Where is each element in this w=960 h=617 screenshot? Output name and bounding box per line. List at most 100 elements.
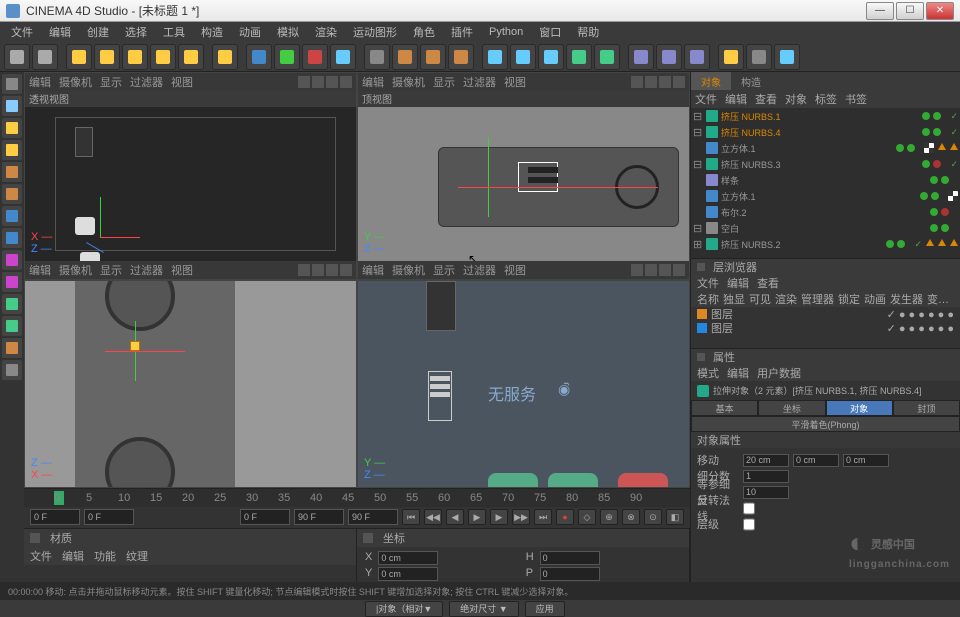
- menu-运动图形[interactable]: 运动图形: [346, 22, 404, 42]
- object-row[interactable]: ⊟挤压 NURBS.4✓: [691, 124, 960, 140]
- attr-tab-对象[interactable]: 对象: [826, 400, 893, 416]
- goto-start-button[interactable]: ⏮: [402, 509, 420, 525]
- frame-start[interactable]: [30, 509, 80, 525]
- vp-menu-编辑[interactable]: 编辑: [29, 74, 51, 90]
- record-button[interactable]: ●: [556, 509, 574, 525]
- vp-menu-过滤器[interactable]: 过滤器: [130, 262, 163, 278]
- vp-menu-过滤器[interactable]: 过滤器: [463, 74, 496, 90]
- frame-pre[interactable]: [84, 509, 134, 525]
- prim-array-button[interactable]: [566, 44, 592, 70]
- render-anim-button[interactable]: [448, 44, 474, 70]
- frame-current[interactable]: [240, 509, 290, 525]
- uvw-tool[interactable]: [2, 184, 22, 204]
- vp-menu-显示[interactable]: 显示: [433, 74, 455, 90]
- menu-创建[interactable]: 创建: [80, 22, 116, 42]
- iso-tool[interactable]: [2, 228, 22, 248]
- maximize-button[interactable]: ☐: [896, 2, 924, 20]
- mat-tab-编辑[interactable]: 编辑: [62, 548, 84, 564]
- object-row[interactable]: ⊟挤压 NURBS.1✓: [691, 108, 960, 124]
- vp-menu-编辑[interactable]: 编辑: [362, 262, 384, 278]
- object-row[interactable]: ⊟挤压 NURBS.3✓: [691, 156, 960, 172]
- axis-tool[interactable]: [2, 206, 22, 226]
- object-row[interactable]: ⊞挤压 NURBS.2✓: [691, 236, 960, 252]
- axis-z-button[interactable]: [302, 44, 328, 70]
- tab-structure[interactable]: 构造: [731, 72, 771, 90]
- attr-tab-基本[interactable]: 基本: [691, 400, 758, 416]
- tab-objects[interactable]: 对象: [691, 72, 731, 90]
- vp-menu-编辑[interactable]: 编辑: [362, 74, 384, 90]
- coord-x[interactable]: [378, 551, 438, 565]
- menu-帮助[interactable]: 帮助: [570, 22, 606, 42]
- snap-tool[interactable]: [2, 250, 22, 270]
- scale-button[interactable]: [150, 44, 176, 70]
- menu-工具[interactable]: 工具: [156, 22, 192, 42]
- coord-apply-button[interactable]: 应用: [525, 601, 565, 617]
- coord-h[interactable]: [540, 551, 600, 565]
- step-back-button[interactable]: ◀◀: [424, 509, 442, 525]
- vp-menu-摄像机[interactable]: 摄像机: [392, 74, 425, 90]
- undo-button[interactable]: [4, 44, 30, 70]
- viewport-right[interactable]: Z —X —: [24, 280, 357, 488]
- magnet-tool[interactable]: [2, 338, 22, 358]
- vp-menu-摄像机[interactable]: 摄像机: [59, 74, 92, 90]
- rotate-button[interactable]: [122, 44, 148, 70]
- obj-menu-查看[interactable]: 查看: [755, 91, 777, 107]
- move-button[interactable]: [94, 44, 120, 70]
- vp-menu-视图[interactable]: 视图: [171, 74, 193, 90]
- close-button[interactable]: ✕: [926, 2, 954, 20]
- attr-tab-平滑着色(Phong)[interactable]: 平滑着色(Phong): [691, 416, 960, 432]
- coord-mode1[interactable]: |对象（相对▼: [365, 601, 443, 617]
- axis-x-button[interactable]: [246, 44, 272, 70]
- vp-menu-过滤器[interactable]: 过滤器: [463, 262, 496, 278]
- vp-menu-显示[interactable]: 显示: [433, 262, 455, 278]
- obj-menu-标签[interactable]: 标签: [815, 91, 837, 107]
- attr-tab-封顶[interactable]: 封顶: [893, 400, 960, 416]
- key-pos-button[interactable]: ⊕: [600, 509, 618, 525]
- menu-选择[interactable]: 选择: [118, 22, 154, 42]
- viewport-canvas[interactable]: X —Z —: [25, 107, 356, 261]
- menu-编辑[interactable]: 编辑: [42, 22, 78, 42]
- timeline-ruler[interactable]: 051015202530354045505560657075808590: [24, 489, 690, 507]
- prim-cube-button[interactable]: [482, 44, 508, 70]
- vp-menu-视图[interactable]: 视图: [171, 262, 193, 278]
- viewport-perspective[interactable]: 编辑摄像机显示过滤器视图 透视视图 X —Z — 编辑摄像机显示过滤器视图: [24, 72, 357, 280]
- key-param-button[interactable]: ◧: [666, 509, 684, 525]
- obj-menu-书签[interactable]: 书签: [845, 91, 867, 107]
- vp-menu-摄像机[interactable]: 摄像机: [59, 262, 92, 278]
- goto-end-button[interactable]: ⏭: [534, 509, 552, 525]
- menu-文件[interactable]: 文件: [4, 22, 40, 42]
- obj-menu-文件[interactable]: 文件: [695, 91, 717, 107]
- mat-tab-纹理[interactable]: 纹理: [126, 548, 148, 564]
- vp-menu-显示[interactable]: 显示: [100, 74, 122, 90]
- frame-end2[interactable]: [348, 509, 398, 525]
- frame-end[interactable]: [294, 509, 344, 525]
- prev-frame-button[interactable]: ◀: [446, 509, 464, 525]
- object-row[interactable]: 样条: [691, 172, 960, 188]
- brush-tool[interactable]: [2, 360, 22, 380]
- prim-nurbs-button[interactable]: [538, 44, 564, 70]
- viewport-canvas[interactable]: Z —X —: [25, 281, 356, 487]
- layer-row[interactable]: 图层✓ ● ● ● ● ● ●: [691, 307, 960, 321]
- soft-tool[interactable]: [2, 316, 22, 336]
- render-reg-button[interactable]: [392, 44, 418, 70]
- menu-构造[interactable]: 构造: [194, 22, 230, 42]
- viewport-front[interactable]: 无服务 ◉᷆ Y —Z —: [357, 280, 690, 488]
- play-button[interactable]: ▶: [468, 509, 486, 525]
- attr-tab-坐标[interactable]: 坐标: [758, 400, 825, 416]
- key-rot-button[interactable]: ⊗: [622, 509, 640, 525]
- recent-button[interactable]: [178, 44, 204, 70]
- point-tool[interactable]: [2, 96, 22, 116]
- layout-button[interactable]: [746, 44, 772, 70]
- help-button[interactable]: [718, 44, 744, 70]
- mat-tab-文件[interactable]: 文件: [30, 548, 52, 564]
- viewport-canvas[interactable]: 无服务 ◉᷆ Y —Z —: [358, 281, 689, 487]
- vp-menu-显示[interactable]: 显示: [100, 262, 122, 278]
- menu-角色[interactable]: 角色: [406, 22, 442, 42]
- wp-tool[interactable]: [2, 294, 22, 314]
- minimize-button[interactable]: —: [866, 2, 894, 20]
- poly-tool[interactable]: [2, 140, 22, 160]
- step-fwd-button[interactable]: ▶▶: [512, 509, 530, 525]
- sel-rect-button[interactable]: [66, 44, 92, 70]
- object-row[interactable]: 布尔.2: [691, 204, 960, 220]
- tex-tool[interactable]: [2, 162, 22, 182]
